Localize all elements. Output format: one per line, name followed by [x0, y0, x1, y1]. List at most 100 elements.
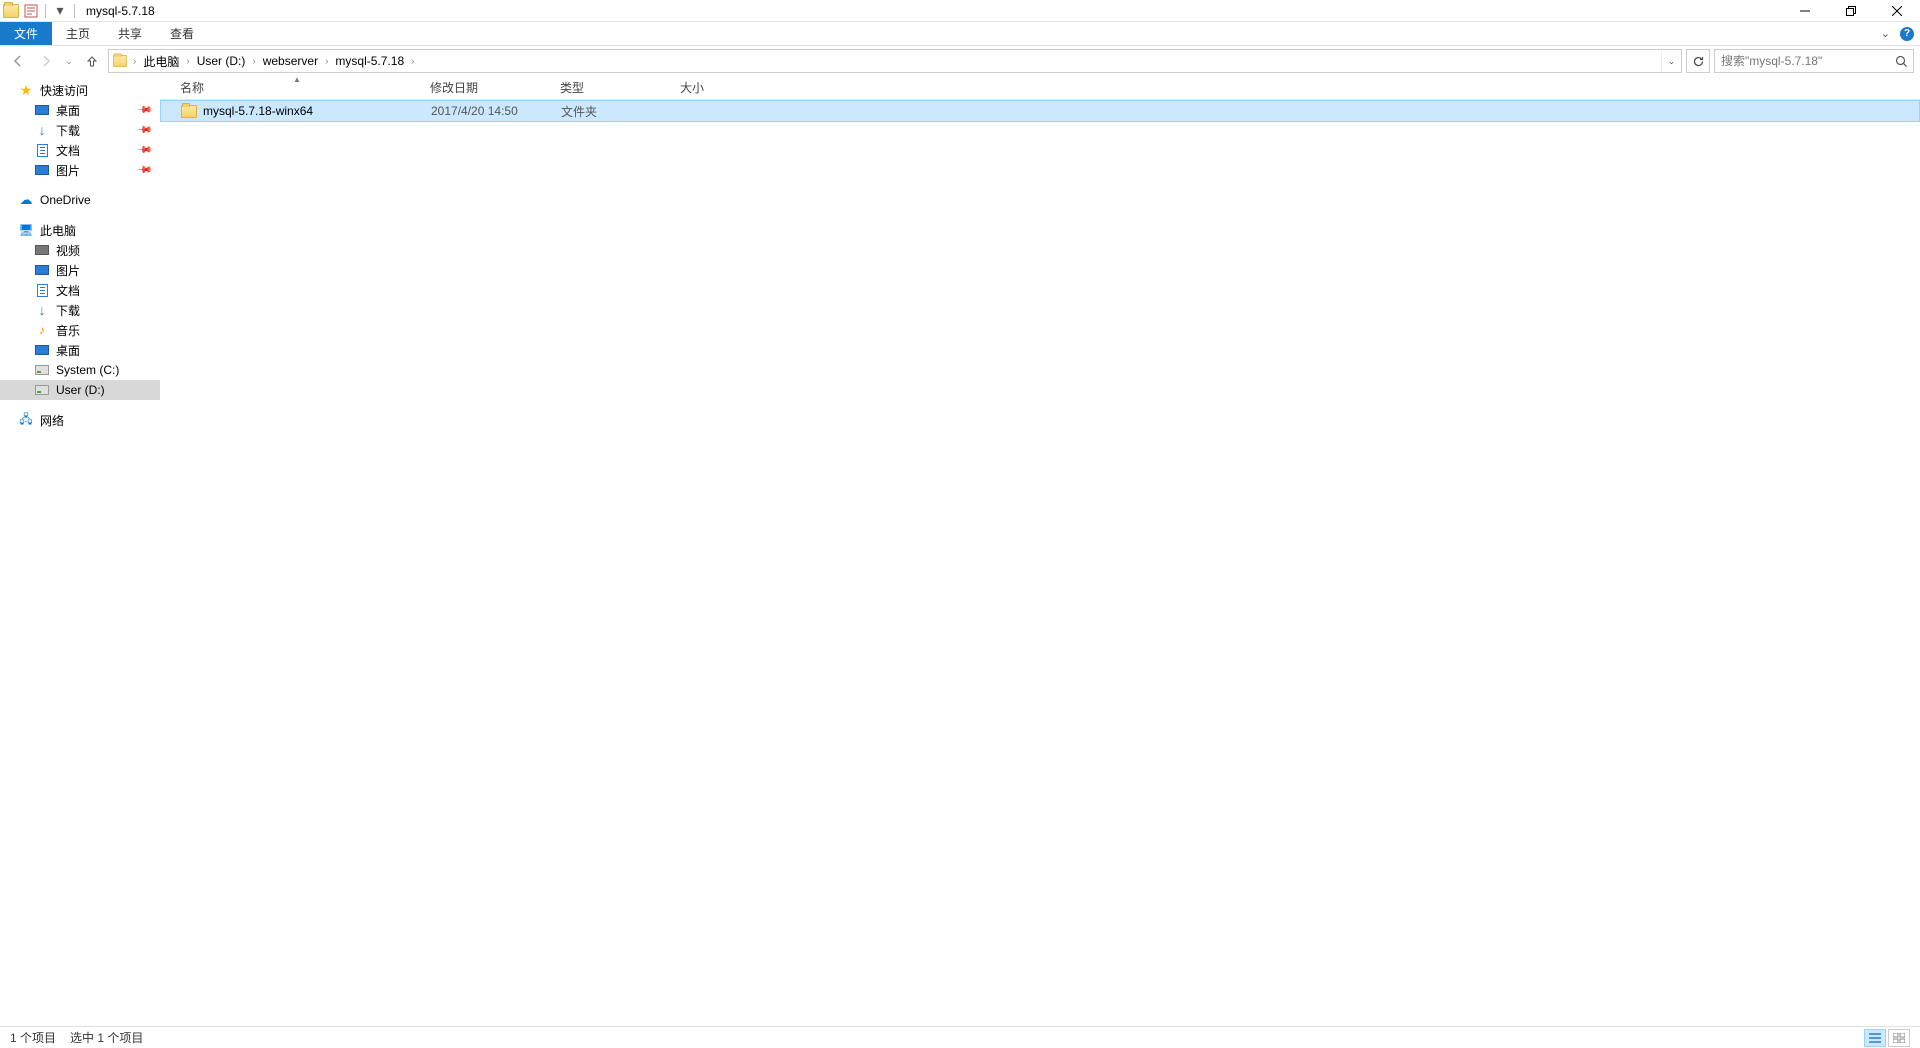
sidebar-item-label: 文档: [56, 282, 80, 299]
drive-icon: [34, 383, 50, 397]
status-item-count: 1 个项目: [10, 1029, 56, 1046]
pin-icon: 📌: [135, 162, 152, 179]
address-folder-icon: [109, 54, 131, 68]
sidebar-item-documents[interactable]: 文档: [0, 280, 160, 300]
window-controls: [1782, 0, 1920, 22]
refresh-button[interactable]: [1686, 49, 1710, 73]
music-icon: ♪: [34, 323, 50, 337]
crumb-current[interactable]: mysql-5.7.18: [330, 50, 409, 72]
sidebar-network[interactable]: 🖧 网络: [0, 410, 160, 430]
download-icon: ↓: [34, 303, 50, 317]
chevron-right-icon[interactable]: ›: [409, 56, 416, 67]
properties-icon[interactable]: [22, 2, 40, 20]
address-bar[interactable]: › 此电脑 › User (D:) › webserver › mysql-5.…: [108, 49, 1682, 73]
sidebar-item-pictures[interactable]: 图片 📌: [0, 160, 160, 180]
cell-name: mysql-5.7.18-winx64: [173, 104, 423, 118]
sidebar-item-label: 下载: [56, 302, 80, 319]
maximize-button[interactable]: [1828, 0, 1874, 22]
table-row[interactable]: mysql-5.7.18-winx642017/4/20 14:50文件夹: [160, 100, 1920, 122]
sidebar-item-label: System (C:): [56, 363, 119, 377]
sidebar-label: 此电脑: [40, 222, 76, 239]
sidebar-item-drive-c[interactable]: System (C:): [0, 360, 160, 380]
column-name[interactable]: 名称 ▲: [172, 79, 422, 96]
up-button[interactable]: [80, 49, 104, 73]
chevron-right-icon[interactable]: ›: [184, 56, 191, 67]
pin-icon: 📌: [135, 122, 152, 139]
view-switcher: [1864, 1029, 1910, 1047]
pc-icon: 🖥: [18, 223, 34, 237]
sidebar-quick-access[interactable]: ★ 快速访问: [0, 80, 160, 100]
cell-type: 文件夹: [553, 103, 673, 120]
column-type[interactable]: 类型: [552, 79, 672, 96]
sidebar-item-desktop[interactable]: 桌面 📌: [0, 100, 160, 120]
qat-dropdown-icon[interactable]: ▾: [51, 2, 69, 20]
chevron-right-icon[interactable]: ›: [250, 56, 257, 67]
sidebar-item-label: 图片: [56, 262, 80, 279]
sidebar-label: 快速访问: [40, 82, 88, 99]
nav-row: ⌄ › 此电脑 › User (D:) › webserver › mysql-…: [0, 46, 1920, 76]
crumb-drive[interactable]: User (D:): [192, 50, 251, 72]
sidebar-label: 网络: [40, 412, 64, 429]
desktop-icon: [34, 103, 50, 117]
drive-icon: [34, 363, 50, 377]
ribbon-expand-icon[interactable]: ⌄: [1875, 27, 1896, 40]
sidebar-item-label: 桌面: [56, 342, 80, 359]
column-label: 类型: [560, 81, 584, 95]
qat: ▾ mysql-5.7.18: [0, 2, 155, 20]
document-icon: [34, 283, 50, 297]
column-label: 修改日期: [430, 81, 478, 95]
address-history-icon[interactable]: ⌄: [1661, 50, 1681, 72]
sidebar-item-label: User (D:): [56, 383, 105, 397]
search-icon[interactable]: [1889, 50, 1913, 72]
tab-share[interactable]: 共享: [104, 22, 156, 45]
search-input[interactable]: [1715, 54, 1889, 68]
cell-modified: 2017/4/20 14:50: [423, 104, 553, 118]
column-label: 名称: [180, 81, 204, 95]
sidebar-item-videos[interactable]: 视频: [0, 240, 160, 260]
crumb-webserver[interactable]: webserver: [258, 50, 323, 72]
tab-view[interactable]: 查看: [156, 22, 208, 45]
tab-file[interactable]: 文件: [0, 22, 52, 45]
ribbon: 文件 主页 共享 查看 ⌄ ?: [0, 22, 1920, 46]
sidebar-item-drive-d[interactable]: User (D:): [0, 380, 160, 400]
forward-button[interactable]: [34, 49, 58, 73]
sidebar-item-label: 图片: [56, 162, 80, 179]
sidebar-item-documents[interactable]: 文档 📌: [0, 140, 160, 160]
picture-icon: [34, 263, 50, 277]
ribbon-right: ⌄ ?: [1875, 22, 1920, 45]
chevron-right-icon[interactable]: ›: [131, 56, 138, 67]
sidebar-item-label: 文档: [56, 142, 80, 159]
sidebar-item-downloads[interactable]: ↓ 下载: [0, 300, 160, 320]
titlebar: ▾ mysql-5.7.18: [0, 0, 1920, 22]
recent-dropdown-icon[interactable]: ⌄: [62, 49, 76, 73]
picture-icon: [34, 163, 50, 177]
crumb-this-pc[interactable]: 此电脑: [138, 50, 184, 72]
sidebar-onedrive[interactable]: ☁ OneDrive: [0, 190, 160, 210]
pin-icon: 📌: [135, 102, 152, 119]
qat-separator: [45, 4, 46, 18]
column-size[interactable]: 大小: [672, 79, 752, 96]
desktop-icon: [34, 343, 50, 357]
main-area: ★ 快速访问 桌面 📌 ↓ 下载 📌 文档 📌: [0, 76, 1920, 1026]
title-separator: [74, 4, 75, 18]
minimize-button[interactable]: [1782, 0, 1828, 22]
sidebar-item-desktop[interactable]: 桌面: [0, 340, 160, 360]
help-icon[interactable]: ?: [1900, 27, 1914, 41]
sidebar-this-pc[interactable]: 🖥 此电脑: [0, 220, 160, 240]
sidebar-item-downloads[interactable]: ↓ 下载 📌: [0, 120, 160, 140]
download-icon: ↓: [34, 123, 50, 137]
network-icon: 🖧: [18, 413, 34, 427]
chevron-right-icon[interactable]: ›: [323, 56, 330, 67]
tab-home[interactable]: 主页: [52, 22, 104, 45]
folder-icon: [181, 105, 197, 118]
window-title: mysql-5.7.18: [86, 4, 155, 18]
close-button[interactable]: [1874, 0, 1920, 22]
column-modified[interactable]: 修改日期: [422, 79, 552, 96]
back-button[interactable]: [6, 49, 30, 73]
details-view-button[interactable]: [1864, 1029, 1886, 1047]
statusbar: 1 个项目 选中 1 个项目: [0, 1026, 1920, 1048]
thumbnails-view-button[interactable]: [1888, 1029, 1910, 1047]
sidebar-item-pictures[interactable]: 图片: [0, 260, 160, 280]
search-box[interactable]: [1714, 49, 1914, 73]
sidebar-item-music[interactable]: ♪ 音乐: [0, 320, 160, 340]
